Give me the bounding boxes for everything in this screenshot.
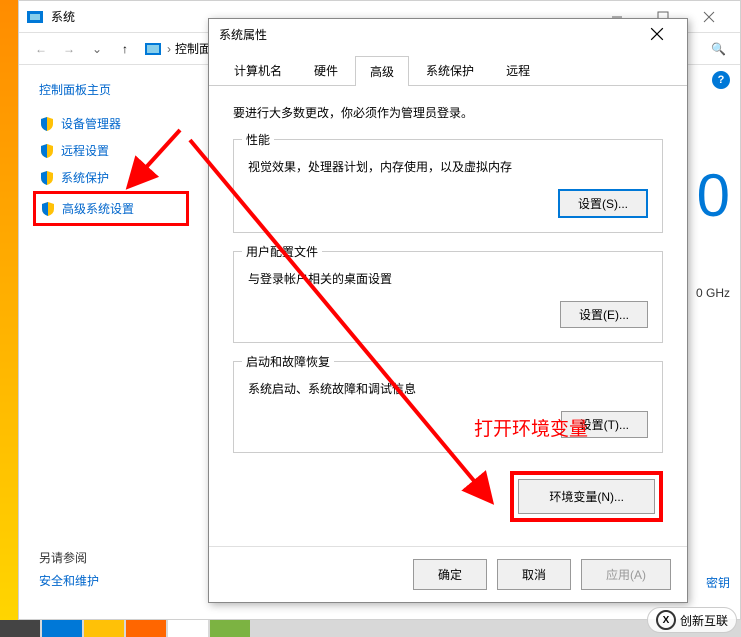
tab-remote[interactable]: 远程 (491, 55, 545, 85)
intro-text: 要进行大多数更改，你必须作为管理员登录。 (233, 104, 663, 121)
taskbar (0, 620, 741, 637)
watermark: X 创新互联 (647, 607, 737, 633)
shield-icon (39, 116, 55, 132)
group-description: 与登录帐户相关的桌面设置 (248, 270, 648, 287)
tab-computer-name[interactable]: 计算机名 (219, 55, 297, 85)
performance-group: 性能 视觉效果，处理器计划，内存使用，以及虚拟内存 设置(S)... (233, 139, 663, 233)
env-vars-highlight: 环境变量(N)... (510, 471, 663, 522)
partial-link[interactable]: 密钥 (706, 574, 730, 591)
tab-advanced[interactable]: 高级 (355, 56, 409, 86)
security-maintenance-link[interactable]: 安全和维护 (39, 572, 99, 589)
apply-button[interactable]: 应用(A) (581, 559, 671, 590)
group-title: 用户配置文件 (242, 243, 322, 260)
see-also-title: 另请参阅 (39, 549, 99, 566)
sidebar-item-label: 远程设置 (61, 142, 109, 159)
control-panel-home-link[interactable]: 控制面板主页 (39, 81, 199, 98)
system-properties-dialog: 系统属性 计算机名 硬件 高级 系统保护 远程 要进行大多数更改，你必须作为管理… (208, 18, 688, 603)
sidebar: 控制面板主页 设备管理器 远程设置 系统保护 高级系统设置 另请参阅 安全和维护 (19, 65, 199, 619)
user-profile-group: 用户配置文件 与登录帐户相关的桌面设置 设置(E)... (233, 251, 663, 343)
group-title: 性能 (242, 131, 274, 148)
partial-text: 0 (697, 161, 730, 230)
group-description: 视觉效果，处理器计划，内存使用，以及虚拟内存 (248, 158, 648, 175)
close-button[interactable] (637, 20, 677, 48)
forward-button[interactable]: → (55, 35, 83, 63)
system-icon (27, 11, 43, 23)
breadcrumb-sep: › (167, 42, 171, 56)
shield-icon (40, 201, 56, 217)
sidebar-item-label: 系统保护 (61, 169, 109, 186)
search-icon[interactable]: 🔍 (711, 42, 732, 56)
dialog-titlebar: 系统属性 (209, 19, 687, 49)
dialog-footer: 确定 取消 应用(A) (209, 546, 687, 602)
sidebar-item-advanced-settings[interactable]: 高级系统设置 (33, 191, 189, 226)
watermark-logo-icon: X (656, 610, 676, 630)
partial-text: 0 GHz (696, 286, 730, 300)
sidebar-item-device-manager[interactable]: 设备管理器 (39, 110, 199, 137)
profile-settings-button[interactable]: 设置(E)... (560, 301, 648, 328)
performance-settings-button[interactable]: 设置(S)... (558, 189, 648, 218)
close-button[interactable] (686, 2, 732, 32)
tab-system-protection[interactable]: 系统保护 (411, 55, 489, 85)
sidebar-item-remote-settings[interactable]: 远程设置 (39, 137, 199, 164)
sidebar-item-label: 高级系统设置 (62, 200, 134, 217)
sidebar-item-label: 设备管理器 (61, 115, 121, 132)
group-title: 启动和故障恢复 (242, 353, 334, 370)
window-title: 系统 (51, 8, 75, 25)
startup-recovery-group: 启动和故障恢复 系统启动、系统故障和调试信息 设置(T)... (233, 361, 663, 453)
watermark-text: 创新互联 (680, 612, 728, 629)
ok-button[interactable]: 确定 (413, 559, 487, 590)
group-description: 系统启动、系统故障和调试信息 (248, 380, 648, 397)
shield-icon (39, 170, 55, 186)
back-button[interactable]: ← (27, 35, 55, 63)
recent-dropdown[interactable]: ⌄ (83, 35, 111, 63)
up-button[interactable]: ↑ (111, 35, 139, 63)
tab-hardware[interactable]: 硬件 (299, 55, 353, 85)
shield-icon (39, 143, 55, 159)
help-icon[interactable]: ? (712, 71, 730, 89)
desktop-background-strip (0, 0, 18, 637)
tab-bar: 计算机名 硬件 高级 系统保护 远程 (209, 55, 687, 86)
environment-variables-button[interactable]: 环境变量(N)... (518, 479, 655, 514)
see-also-section: 另请参阅 安全和维护 (39, 549, 99, 589)
cancel-button[interactable]: 取消 (497, 559, 571, 590)
annotation-text: 打开环境变量 (474, 414, 588, 441)
sidebar-item-system-protection[interactable]: 系统保护 (39, 164, 199, 191)
address-icon (145, 43, 161, 55)
dialog-title: 系统属性 (219, 26, 267, 43)
